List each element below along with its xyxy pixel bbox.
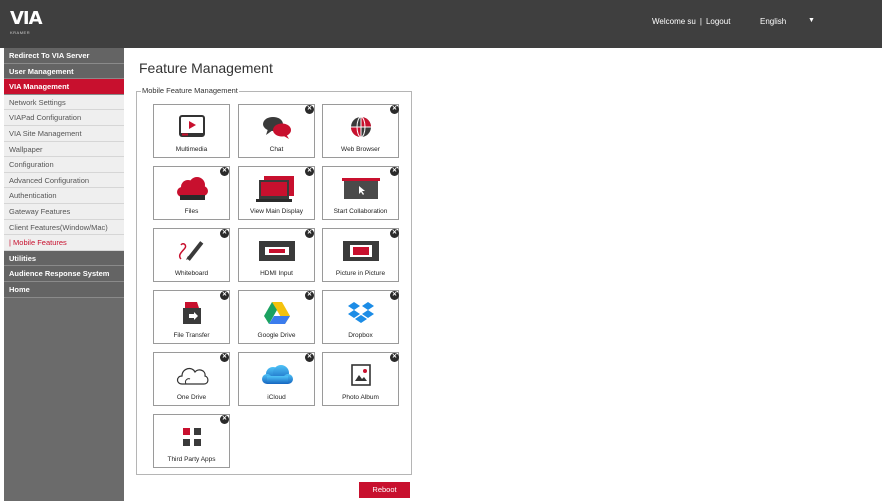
close-icon[interactable]: ✕ <box>390 353 399 362</box>
multimedia-icon <box>154 113 229 141</box>
feature-tile-multimedia[interactable]: Multimedia <box>153 104 230 158</box>
feature-tile-files[interactable]: Files <box>153 166 230 220</box>
language-select[interactable]: English <box>760 17 786 26</box>
feature-tile-chat[interactable]: Chat <box>238 104 315 158</box>
welcome-separator: | <box>699 17 702 26</box>
feature-label: Chat <box>269 146 284 153</box>
close-icon[interactable]: ✕ <box>390 167 399 176</box>
via-logo[interactable]: VIA KRAMER <box>10 10 46 36</box>
feature-label: Start Collaboration <box>333 208 388 215</box>
feature-tile-google-drive[interactable]: Google Drive <box>238 290 315 344</box>
feature-tile-dropbox[interactable]: Dropbox <box>322 290 399 344</box>
sidebar-item-authentication[interactable]: Authentication <box>4 188 124 204</box>
sidebar-item-utilities[interactable]: Utilities <box>4 250 124 267</box>
feature-label: HDMI Input <box>260 270 293 277</box>
close-icon[interactable]: ✕ <box>390 105 399 114</box>
logo-text: VIA <box>10 8 43 29</box>
chat-icon <box>239 113 314 141</box>
close-icon[interactable]: ✕ <box>390 229 399 238</box>
feature-tile-file-transfer[interactable]: File Transfer <box>153 290 230 344</box>
feature-label: View Main Display <box>250 208 303 215</box>
logo-subtext: KRAMER <box>10 30 31 35</box>
sidebar-item-home[interactable]: Home <box>4 281 124 298</box>
sidebar-item-via-site-management[interactable]: VIA Site Management <box>4 125 124 142</box>
feature-label: Third Party Apps <box>167 456 216 463</box>
close-icon[interactable]: ✕ <box>305 229 314 238</box>
dropbox-icon <box>323 299 398 327</box>
page-title: Feature Management <box>139 60 273 76</box>
sidebar-item-user-management[interactable]: User Management <box>4 63 124 80</box>
google-drive-icon <box>239 299 314 327</box>
feature-tile-photo-album[interactable]: Photo Album <box>322 352 399 406</box>
feature-label: Web Browser <box>341 146 380 153</box>
feature-label: Picture in Picture <box>335 270 386 277</box>
close-icon[interactable]: ✕ <box>305 105 314 114</box>
close-icon[interactable]: ✕ <box>305 353 314 362</box>
sidebar-item-configuration[interactable]: Configuration <box>4 157 124 173</box>
close-icon[interactable]: ✕ <box>305 167 314 176</box>
sidebar-item-gateway-features[interactable]: Gateway Features <box>4 203 124 220</box>
feature-tile-view-main-display[interactable]: View Main Display <box>238 166 315 220</box>
sidebar-item-via-management[interactable]: VIA Management <box>4 79 124 95</box>
welcome-text: Welcome su <box>652 17 696 26</box>
welcome-area: Welcome su | Logout <box>652 17 730 26</box>
feature-label: Photo Album <box>342 394 379 401</box>
feature-tile-picture-in-picture[interactable]: Picture in Picture <box>322 228 399 282</box>
one-drive-icon <box>154 361 229 389</box>
whiteboard-icon <box>154 237 229 265</box>
close-icon[interactable]: ✕ <box>220 167 229 176</box>
logout-link[interactable]: Logout <box>706 17 730 26</box>
feature-label: Whiteboard <box>174 270 209 277</box>
chevron-down-icon[interactable]: ▼ <box>808 17 815 24</box>
feature-tile-whiteboard[interactable]: Whiteboard <box>153 228 230 282</box>
sidebar-item-wallpaper[interactable]: Wallpaper <box>4 141 124 158</box>
close-icon[interactable]: ✕ <box>220 415 229 424</box>
feature-tile-icloud[interactable]: iCloud <box>238 352 315 406</box>
third-party-apps-icon <box>154 423 229 451</box>
hdmi-input-icon <box>239 237 314 265</box>
picture-in-picture-icon <box>323 237 398 265</box>
view-main-display-icon <box>239 175 314 203</box>
files-cloud-icon <box>154 175 229 203</box>
sidebar: Redirect To VIA Server User Management V… <box>4 48 124 501</box>
feature-tile-hdmi-input[interactable]: HDMI Input <box>238 228 315 282</box>
top-bar: VIA KRAMER Welcome su | Logout English ▼ <box>0 0 882 48</box>
photo-album-icon <box>323 361 398 389</box>
feature-label: Files <box>184 208 199 215</box>
reboot-button[interactable]: Reboot <box>359 482 410 498</box>
close-icon[interactable]: ✕ <box>220 291 229 300</box>
icloud-icon <box>239 361 314 389</box>
feature-tile-third-party-apps[interactable]: Third Party Apps <box>153 414 230 468</box>
sidebar-item-audience-response-system[interactable]: Audience Response System <box>4 266 124 282</box>
feature-label: iCloud <box>267 394 286 401</box>
sidebar-item-mobile-features[interactable]: | Mobile Features <box>4 235 124 251</box>
close-icon[interactable]: ✕ <box>390 291 399 300</box>
start-collaboration-icon <box>323 175 398 203</box>
sidebar-item-client-features[interactable]: Client Features(Window/Mac) <box>4 219 124 236</box>
feature-tile-web-browser[interactable]: Web Browser <box>322 104 399 158</box>
sidebar-item-advanced-configuration[interactable]: Advanced Configuration <box>4 172 124 189</box>
feature-label: Google Drive <box>257 332 296 339</box>
sidebar-item-network-settings[interactable]: Network Settings <box>4 94 124 111</box>
sidebar-item-viapad-configuration[interactable]: VIAPad Configuration <box>4 110 124 126</box>
close-icon[interactable]: ✕ <box>220 353 229 362</box>
feature-label: One Drive <box>176 394 207 401</box>
feature-label: Multimedia <box>175 146 208 153</box>
close-icon[interactable]: ✕ <box>220 229 229 238</box>
close-icon[interactable]: ✕ <box>305 291 314 300</box>
sidebar-item-redirect-to-via-server[interactable]: Redirect To VIA Server <box>4 48 124 64</box>
fieldset-legend: Mobile Feature Management <box>141 86 239 95</box>
feature-tile-start-collaboration[interactable]: Start Collaboration <box>322 166 399 220</box>
file-transfer-icon <box>154 299 229 327</box>
web-browser-icon <box>323 113 398 141</box>
feature-label: File Transfer <box>173 332 210 339</box>
feature-tile-one-drive[interactable]: One Drive <box>153 352 230 406</box>
feature-label: Dropbox <box>348 332 373 339</box>
